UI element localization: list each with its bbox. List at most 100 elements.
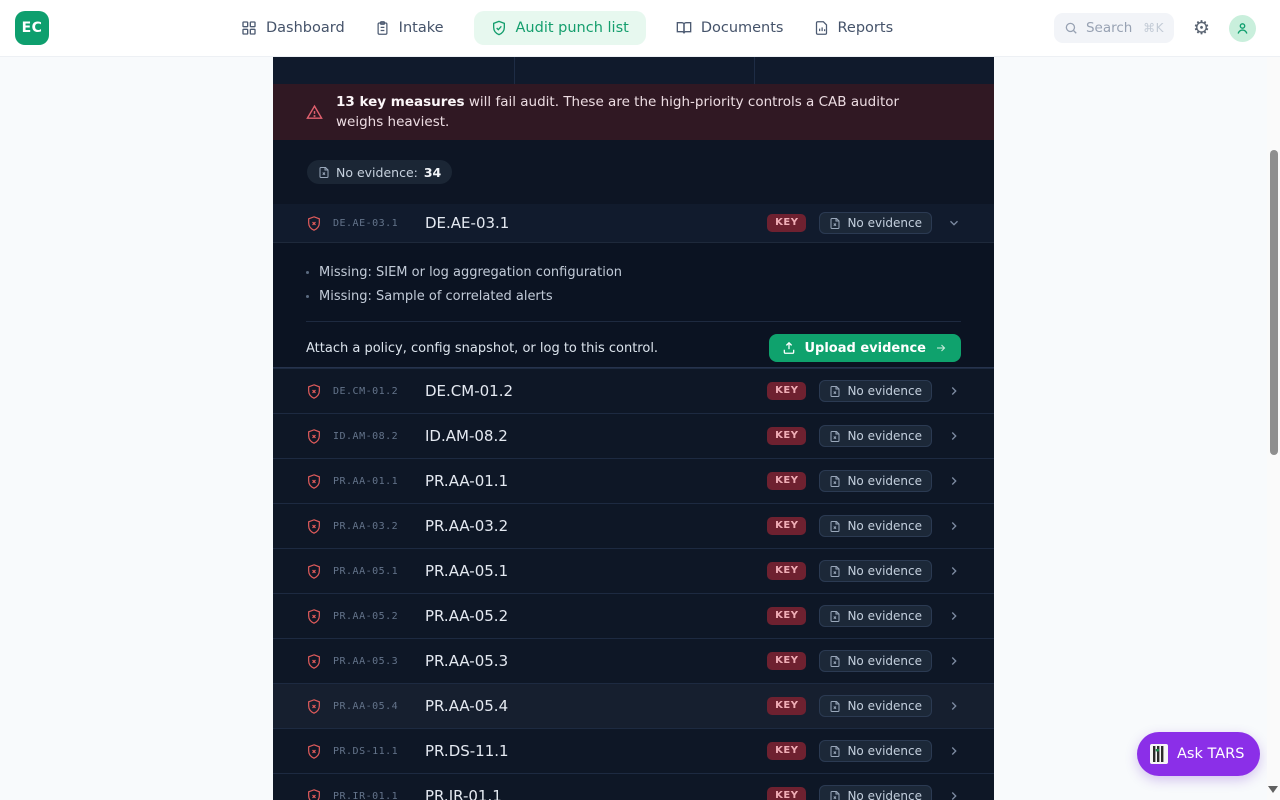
control-title: PR.AA-05.3 <box>425 652 508 670</box>
control-row[interactable]: PR.AA-05.1 PR.AA-05.1 KEY No evidence <box>273 548 994 593</box>
filter-row: No evidence: 34 <box>273 140 994 204</box>
shield-x-icon <box>306 743 322 760</box>
missing-item: Missing: SIEM or log aggregation configu… <box>306 260 961 284</box>
control-row[interactable]: PR.AA-03.2 PR.AA-03.2 KEY No evidence <box>273 503 994 548</box>
top-navbar: EC Dashboard Intake Audit punch list Doc… <box>0 0 1280 57</box>
user-avatar[interactable] <box>1229 15 1256 42</box>
control-row[interactable]: ID.AM-08.2 ID.AM-08.2 KEY No evidence <box>273 413 994 458</box>
key-badge: KEY <box>767 652 806 670</box>
upload-evidence-button[interactable]: Upload evidence <box>769 334 961 362</box>
chevron-right-icon[interactable] <box>947 789 961 800</box>
no-evidence-label: No evidence <box>847 384 922 398</box>
no-evidence-label: No evidence <box>847 744 922 758</box>
chevron-right-icon[interactable] <box>947 474 961 488</box>
nav-dashboard-label: Dashboard <box>266 20 345 36</box>
no-evidence-badge: No evidence <box>819 470 932 492</box>
no-evidence-badge: No evidence <box>819 380 932 402</box>
ask-tars-label: Ask TARS <box>1177 746 1244 762</box>
stats-cell <box>755 57 994 84</box>
no-evidence-label: No evidence <box>847 609 922 623</box>
key-badge: KEY <box>767 787 806 800</box>
key-badge: KEY <box>767 562 806 580</box>
nav-documents-label: Documents <box>701 20 784 36</box>
chevron-right-icon[interactable] <box>947 609 961 623</box>
warning-banner-text: 13 key measures will fail audit. These a… <box>336 92 921 132</box>
stats-row-partial <box>273 57 994 84</box>
search-icon <box>1064 21 1078 35</box>
chevron-down-icon[interactable] <box>947 216 961 230</box>
key-badge: KEY <box>767 214 806 232</box>
no-evidence-badge: No evidence <box>819 212 932 234</box>
tars-robot-icon <box>1149 743 1169 765</box>
nav-reports[interactable]: Reports <box>814 20 894 36</box>
chevron-right-icon[interactable] <box>947 519 961 533</box>
no-evidence-label: No evidence <box>847 654 922 668</box>
nav-audit-label: Audit punch list <box>516 20 629 36</box>
control-title: DE.CM-01.2 <box>425 382 513 400</box>
arrow-right-icon <box>934 342 948 354</box>
key-badge: KEY <box>767 427 806 445</box>
no-evidence-filter-pill[interactable]: No evidence: 34 <box>307 160 452 184</box>
scrollbar-track[interactable] <box>1267 0 1280 800</box>
search-input[interactable]: Search ⌘K <box>1054 13 1174 43</box>
no-evidence-label: No evidence <box>847 429 922 443</box>
dashboard-icon <box>241 20 257 36</box>
control-row[interactable]: PR.IR-01.1 PR.IR-01.1 KEY No evidence <box>273 773 994 800</box>
shield-x-icon <box>306 653 322 670</box>
app-logo[interactable]: EC <box>15 11 49 45</box>
no-evidence-badge: No evidence <box>819 650 932 672</box>
shield-x-icon <box>306 698 322 715</box>
control-row[interactable]: DE.CM-01.2 DE.CM-01.2 KEY No evidence <box>273 368 994 413</box>
no-evidence-label: No evidence <box>847 564 922 578</box>
no-evidence-badge: No evidence <box>819 560 932 582</box>
no-evidence-label: No evidence <box>847 216 922 230</box>
no-evidence-badge: No evidence <box>819 695 932 717</box>
no-evidence-badge: No evidence <box>819 605 932 627</box>
chevron-right-icon[interactable] <box>947 384 961 398</box>
shield-x-icon <box>306 518 322 535</box>
scrollbar-down-arrow[interactable] <box>1268 786 1278 793</box>
person-icon <box>1235 21 1250 36</box>
control-row[interactable]: PR.AA-01.1 PR.AA-01.1 KEY No evidence <box>273 458 994 503</box>
control-code: PR.AA-03.2 <box>333 521 425 532</box>
control-code: ID.AM-08.2 <box>333 431 425 442</box>
nav-intake[interactable]: Intake <box>375 20 444 36</box>
control-row[interactable]: PR.AA-05.3 PR.AA-05.3 KEY No evidence <box>273 638 994 683</box>
no-evidence-badge: No evidence <box>819 515 932 537</box>
nav-documents[interactable]: Documents <box>676 20 784 36</box>
control-row-expanded[interactable]: DE.AE-03.1 DE.AE-03.1 KEY No evidence <box>273 204 994 242</box>
control-detail-expanded: Missing: SIEM or log aggregation configu… <box>273 242 994 368</box>
no-evidence-badge: No evidence <box>819 740 932 762</box>
control-code: DE.AE-03.1 <box>333 218 425 229</box>
control-code: PR.AA-05.4 <box>333 701 425 712</box>
control-title: PR.AA-01.1 <box>425 472 508 490</box>
fail-audit-warning-banner: 13 key measures will fail audit. These a… <box>273 84 994 140</box>
scrollbar-thumb[interactable] <box>1270 150 1278 455</box>
control-code: PR.AA-05.1 <box>333 566 425 577</box>
main-nav: Dashboard Intake Audit punch list Docume… <box>241 11 893 45</box>
missing-item-text: Missing: SIEM or log aggregation configu… <box>319 265 622 280</box>
control-row[interactable]: PR.AA-05.2 PR.AA-05.2 KEY No evidence <box>273 593 994 638</box>
key-badge: KEY <box>767 517 806 535</box>
chevron-right-icon[interactable] <box>947 564 961 578</box>
shield-x-icon <box>306 788 322 800</box>
control-row[interactable]: PR.DS-11.1 PR.DS-11.1 KEY No evidence <box>273 728 994 773</box>
missing-item: Missing: Sample of correlated alerts <box>306 284 961 308</box>
clipboard-icon <box>375 20 390 36</box>
header-right: Search ⌘K ⚙ <box>1054 13 1256 43</box>
key-badge: KEY <box>767 607 806 625</box>
chevron-right-icon[interactable] <box>947 744 961 758</box>
chevron-right-icon[interactable] <box>947 429 961 443</box>
chevron-right-icon[interactable] <box>947 654 961 668</box>
ask-tars-button[interactable]: Ask TARS <box>1137 732 1260 776</box>
control-title: PR.AA-05.1 <box>425 562 508 580</box>
nav-dashboard[interactable]: Dashboard <box>241 20 345 36</box>
control-code: PR.AA-05.2 <box>333 611 425 622</box>
nav-audit-punch-list[interactable]: Audit punch list <box>474 11 646 45</box>
control-code: PR.AA-01.1 <box>333 476 425 487</box>
control-row[interactable]: PR.AA-05.4 PR.AA-05.4 KEY No evidence <box>273 683 994 728</box>
settings-gear-icon[interactable]: ⚙ <box>1193 19 1210 38</box>
key-badge: KEY <box>767 742 806 760</box>
file-x-icon <box>318 166 330 179</box>
chevron-right-icon[interactable] <box>947 699 961 713</box>
